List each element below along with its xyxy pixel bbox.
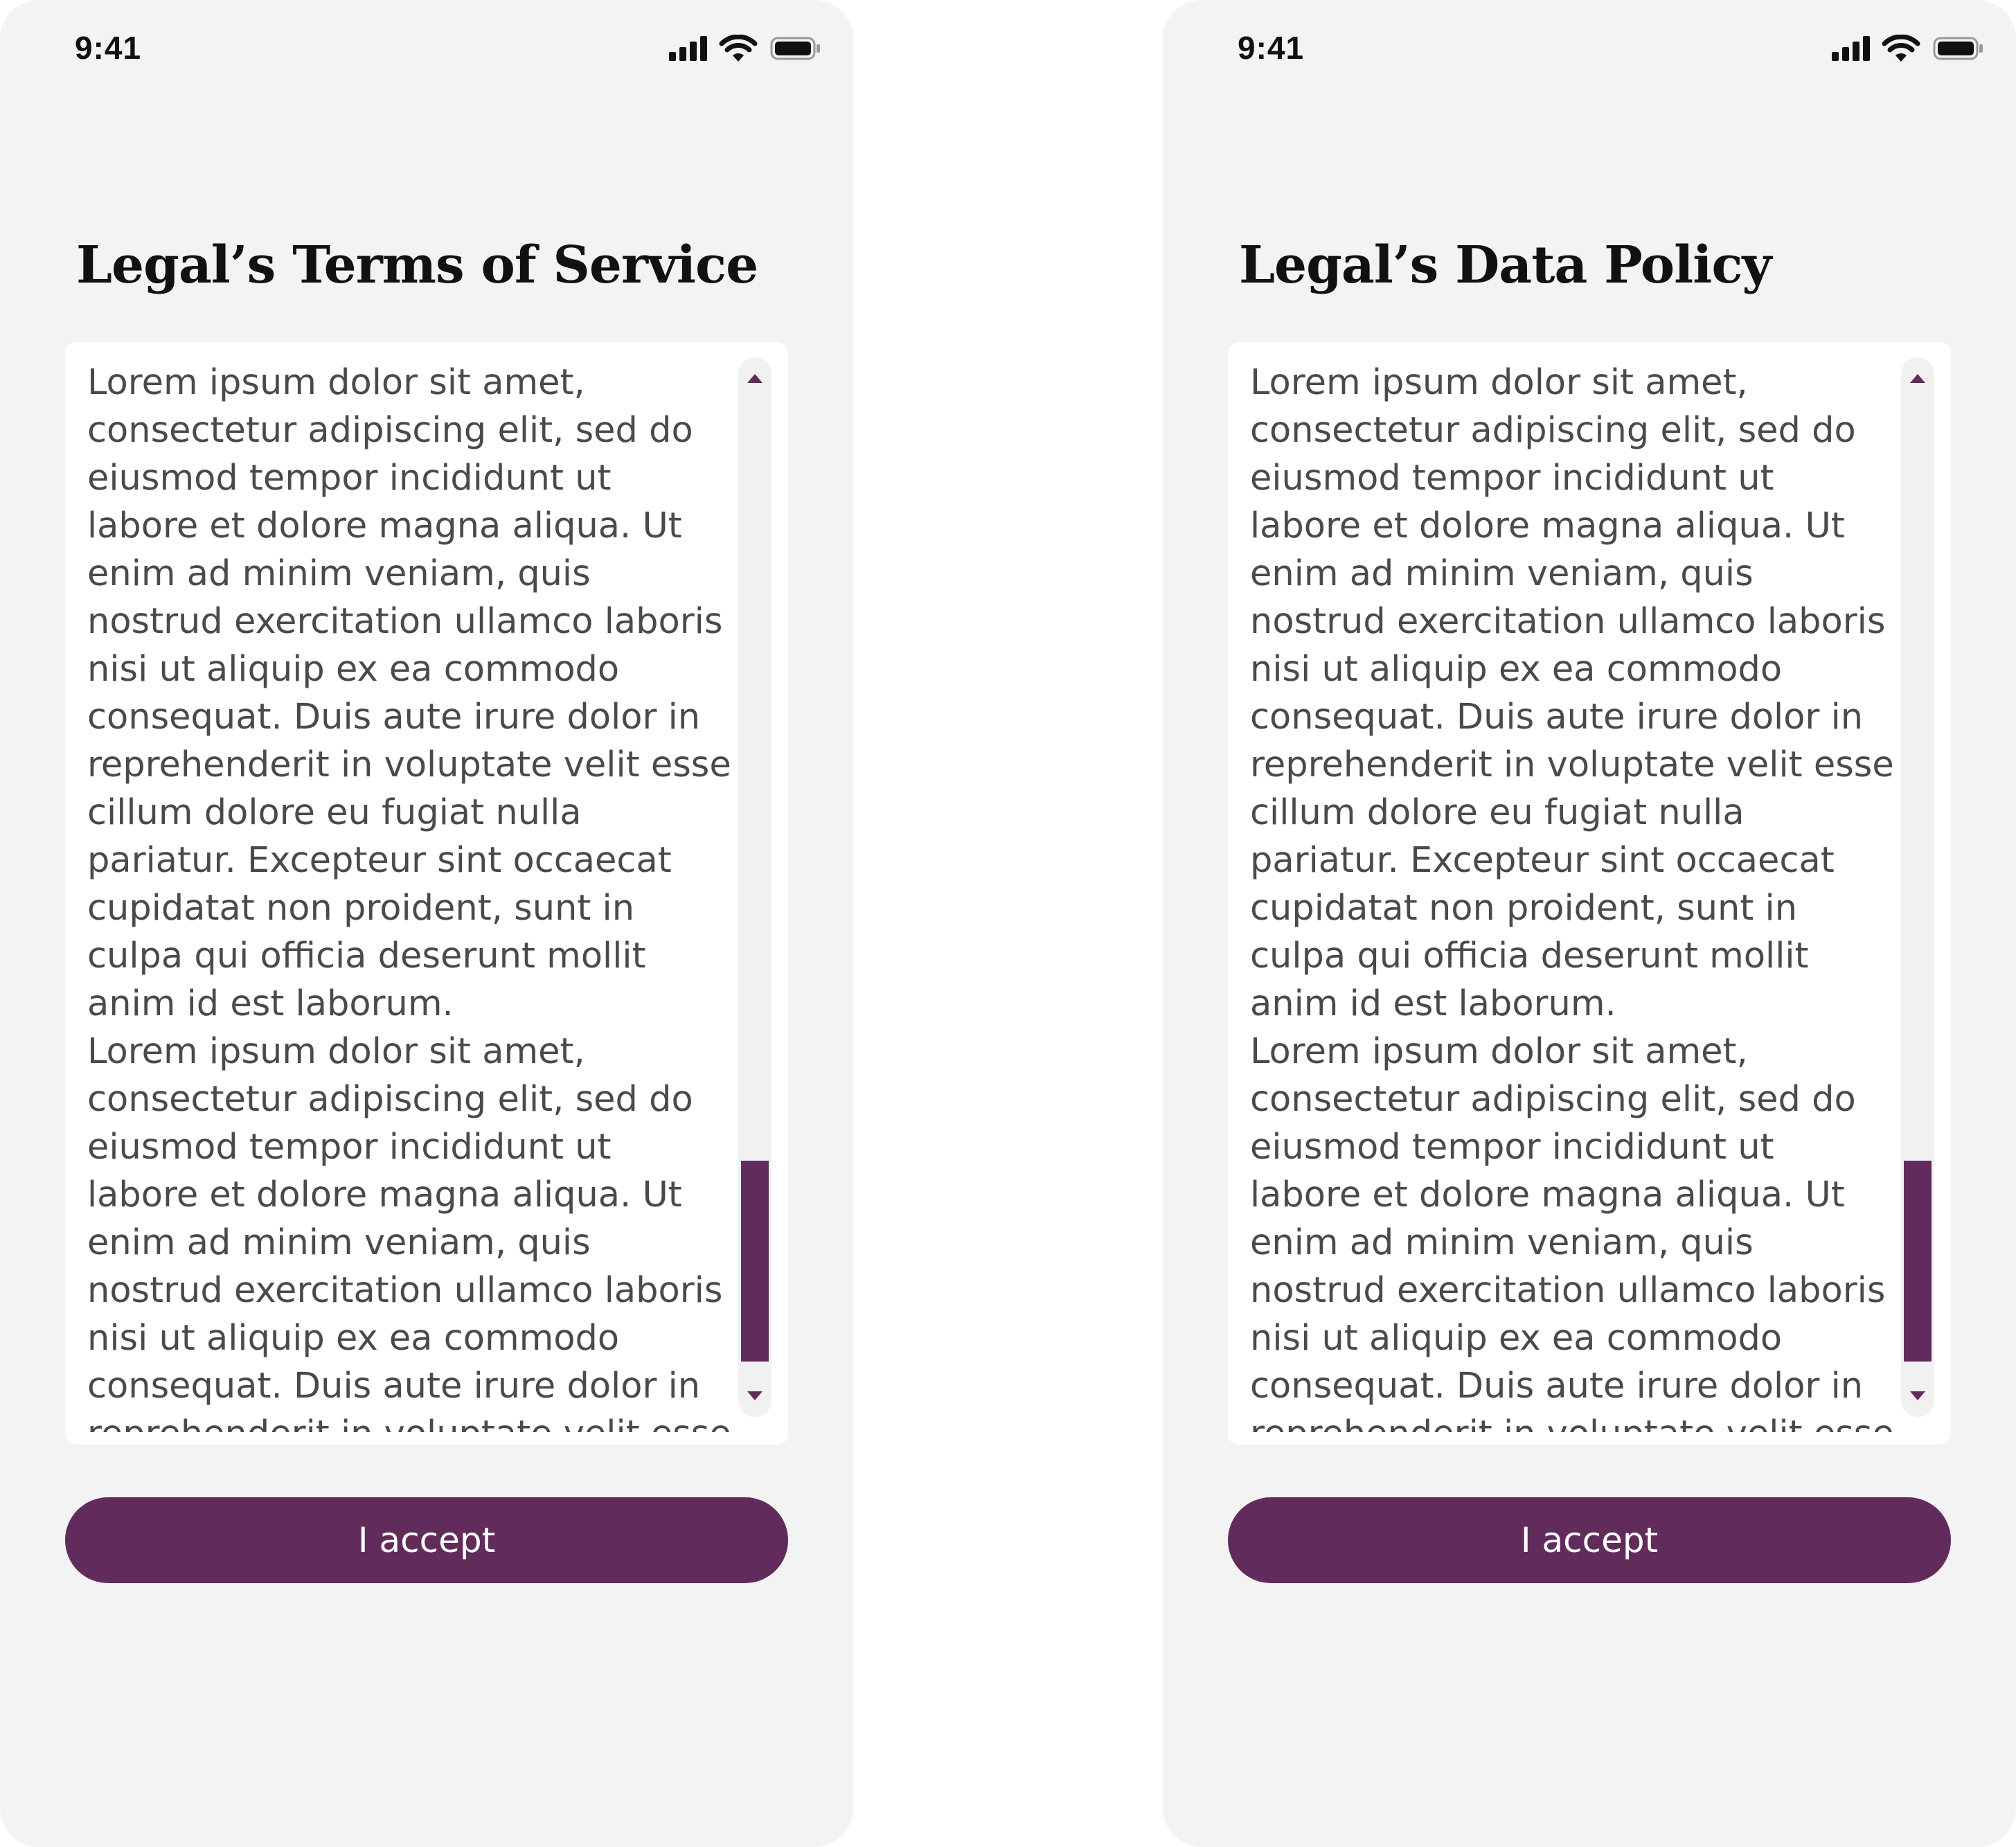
accept-button[interactable]: I accept [65,1497,788,1583]
accept-button[interactable]: I accept [1228,1497,1951,1583]
status-icons [669,34,821,62]
status-icons [1832,34,1984,62]
page-title: Legal’s Terms of Service [76,235,758,295]
scrollbar[interactable] [1901,357,1934,1417]
status-bar: 9:41 [1163,0,2016,104]
terms-text-box[interactable]: Lorem ipsum dolor sit amet, consectetur … [65,342,788,1445]
scroll-up-arrow-icon[interactable] [747,374,762,383]
scrollbar-thumb[interactable] [1904,1161,1932,1362]
phone-screen-terms: 9:41 Legal’s Terms of Service Lorem ipsu… [0,0,853,1847]
battery-icon [1933,35,1984,62]
policy-body-text: Lorem ipsum dolor sit amet, consectetur … [1250,362,1894,1432]
cellular-signal-icon [1832,35,1872,62]
status-bar: 9:41 [0,0,853,104]
scroll-down-arrow-icon[interactable] [1910,1391,1925,1400]
wifi-icon [1882,34,1920,62]
scrollbar[interactable] [738,357,771,1417]
scroll-down-arrow-icon[interactable] [747,1391,762,1400]
status-time: 9:41 [75,30,142,66]
scrollbar-thumb[interactable] [741,1161,769,1362]
phone-screen-data-policy: 9:41 Legal’s Data Policy Lorem ipsum dol… [1163,0,2016,1847]
wifi-icon [719,34,758,62]
battery-icon [770,35,821,62]
scroll-up-arrow-icon[interactable] [1910,374,1925,383]
status-time: 9:41 [1238,30,1305,66]
cellular-signal-icon [669,35,709,62]
page-title: Legal’s Data Policy [1239,235,1772,295]
policy-text-box[interactable]: Lorem ipsum dolor sit amet, consectetur … [1228,342,1951,1445]
terms-body-text: Lorem ipsum dolor sit amet, consectetur … [87,362,731,1432]
